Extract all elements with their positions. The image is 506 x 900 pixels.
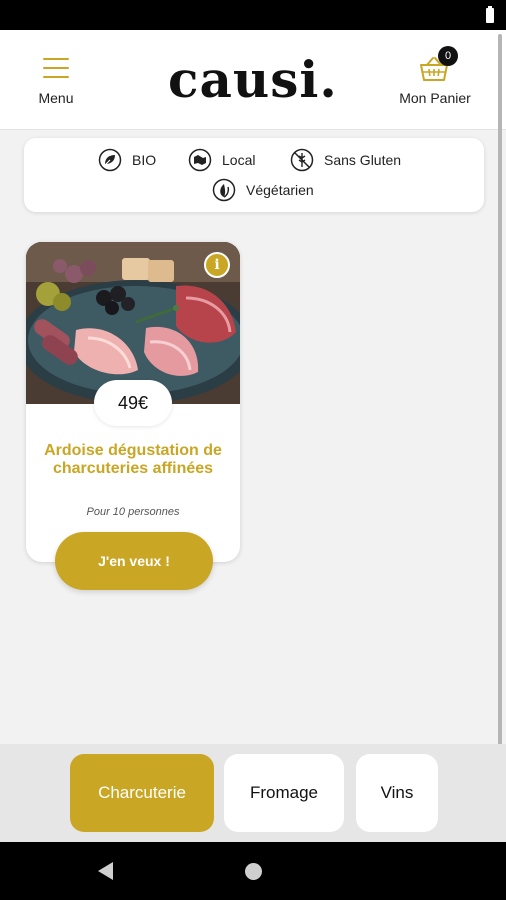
product-name: Ardoise dégustation de charcuteries affi…: [44, 442, 222, 477]
cart-count-badge: 0: [438, 46, 458, 66]
hamburger-icon: [43, 58, 69, 78]
vegetarian-leaf-icon: [212, 178, 236, 202]
home-icon[interactable]: [245, 863, 262, 880]
filter-sans-gluten[interactable]: Sans Gluten: [290, 148, 401, 172]
serving-size: Pour 10 personnes: [86, 506, 180, 518]
filter-local[interactable]: Local: [188, 148, 255, 172]
system-nav-bar: [0, 842, 506, 900]
cart-button[interactable]: 0 Mon Panier: [392, 46, 478, 112]
tab-vins[interactable]: Vins: [356, 754, 438, 832]
price-pill: 49€: [94, 380, 172, 426]
filter-sans-gluten-label: Sans Gluten: [324, 152, 402, 168]
brand-logo: causi.: [168, 50, 338, 109]
tab-charcuterie[interactable]: Charcuterie: [70, 754, 214, 832]
filter-vegetarien[interactable]: Végétarien: [212, 178, 314, 202]
cart-label: Mon Panier: [399, 90, 471, 106]
filter-local-label: Local: [222, 152, 256, 168]
add-to-cart-button[interactable]: J'en veux !: [55, 532, 213, 590]
filter-bio[interactable]: BIO: [98, 148, 156, 172]
status-bar: [0, 0, 506, 30]
menu-label: Menu: [38, 90, 74, 106]
info-icon[interactable]: i: [204, 252, 230, 278]
gluten-free-icon: [290, 148, 314, 172]
back-icon[interactable]: [98, 862, 113, 880]
category-tabs: Charcuterie Fromage Vins: [0, 744, 506, 842]
scrollbar-thumb[interactable]: [498, 34, 502, 752]
local-map-icon: [188, 148, 212, 172]
app-header: Menu causi. 0 Mon Panier: [0, 30, 506, 130]
filter-vegetarien-label: Végétarien: [246, 182, 314, 198]
menu-button[interactable]: Menu: [28, 52, 84, 112]
filter-bio-label: BIO: [132, 152, 157, 168]
battery-icon: [486, 6, 494, 23]
filter-panel: BIO Local Sans Gluten Végétarien: [24, 138, 484, 212]
tab-fromage[interactable]: Fromage: [224, 754, 344, 832]
bio-leaf-icon: [98, 148, 122, 172]
product-card[interactable]: i 49€ Ardoise dégustation de charcuterie…: [26, 242, 240, 562]
